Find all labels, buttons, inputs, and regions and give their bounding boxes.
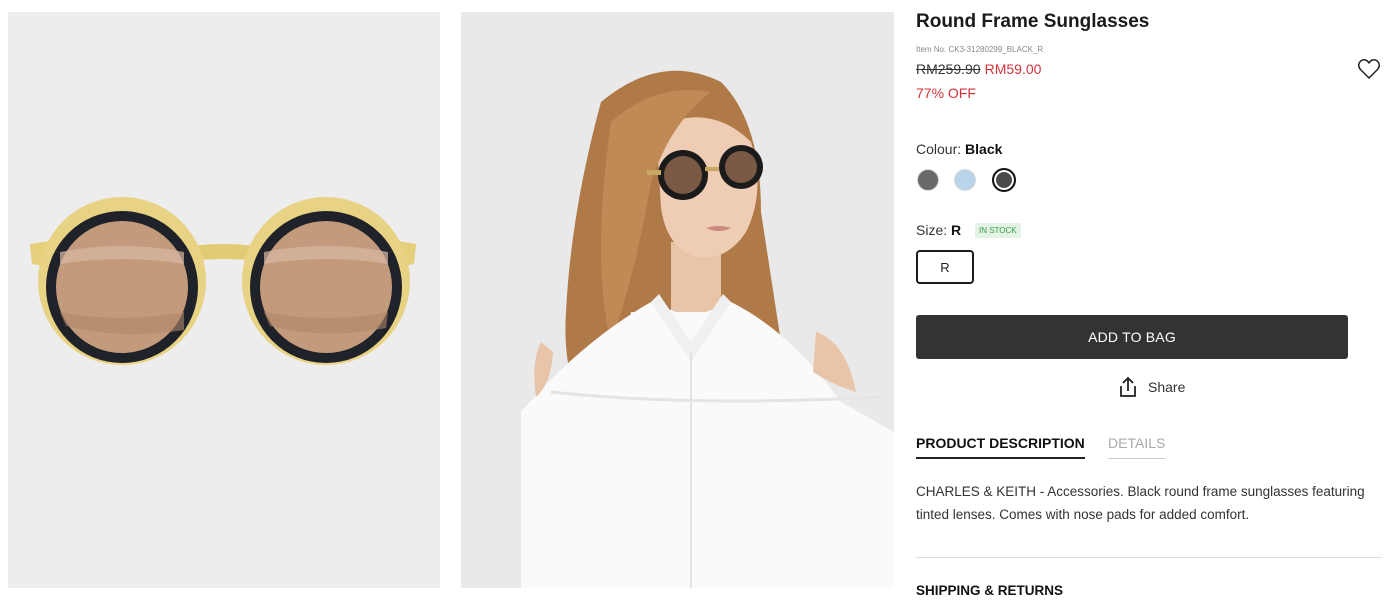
discount-label: 77% OFF xyxy=(916,85,976,101)
shipping-returns-section[interactable]: SHIPPING & RETURNS xyxy=(916,583,1063,598)
tab-details[interactable]: DETAILS xyxy=(1108,435,1166,459)
size-label: Size: R xyxy=(916,222,961,238)
selected-size: R xyxy=(951,222,962,238)
colour-swatch-light-blue[interactable] xyxy=(954,169,976,191)
product-image-model[interactable] xyxy=(461,12,894,588)
sale-price: RM59.00 xyxy=(984,61,1042,77)
colour-label-text: Colour: xyxy=(916,141,962,157)
size-option-r[interactable]: R xyxy=(916,250,974,284)
item-number: Item No. CK3-31280299_BLACK_R xyxy=(916,45,1044,54)
tab-product-description[interactable]: PRODUCT DESCRIPTION xyxy=(916,435,1085,459)
heart-icon xyxy=(1357,59,1381,79)
sunglasses-illustration xyxy=(8,12,440,588)
original-price: RM259.90 xyxy=(916,61,981,77)
share-label: Share xyxy=(1148,379,1186,395)
wishlist-button[interactable] xyxy=(1357,58,1381,80)
add-to-bag-button[interactable]: ADD TO BAG xyxy=(916,315,1348,359)
section-divider xyxy=(916,557,1382,558)
product-image-sunglasses[interactable] xyxy=(8,12,440,588)
stock-status-badge: IN STOCK xyxy=(975,223,1021,238)
share-icon xyxy=(1120,376,1136,397)
model-illustration xyxy=(461,12,894,588)
colour-swatch-black[interactable] xyxy=(992,168,1016,192)
selected-colour: Black xyxy=(965,141,1003,157)
product-title: Round Frame Sunglasses xyxy=(916,11,1150,32)
size-label-text: Size: xyxy=(916,222,948,238)
share-button[interactable]: Share xyxy=(1117,375,1185,399)
product-description-text: CHARLES & KEITH - Accessories. Black rou… xyxy=(916,484,1365,522)
colour-label: Colour: Black xyxy=(916,141,1002,157)
colour-swatch-grey[interactable] xyxy=(917,169,939,191)
price-row: RM259.90 RM59.00 xyxy=(916,61,1041,77)
